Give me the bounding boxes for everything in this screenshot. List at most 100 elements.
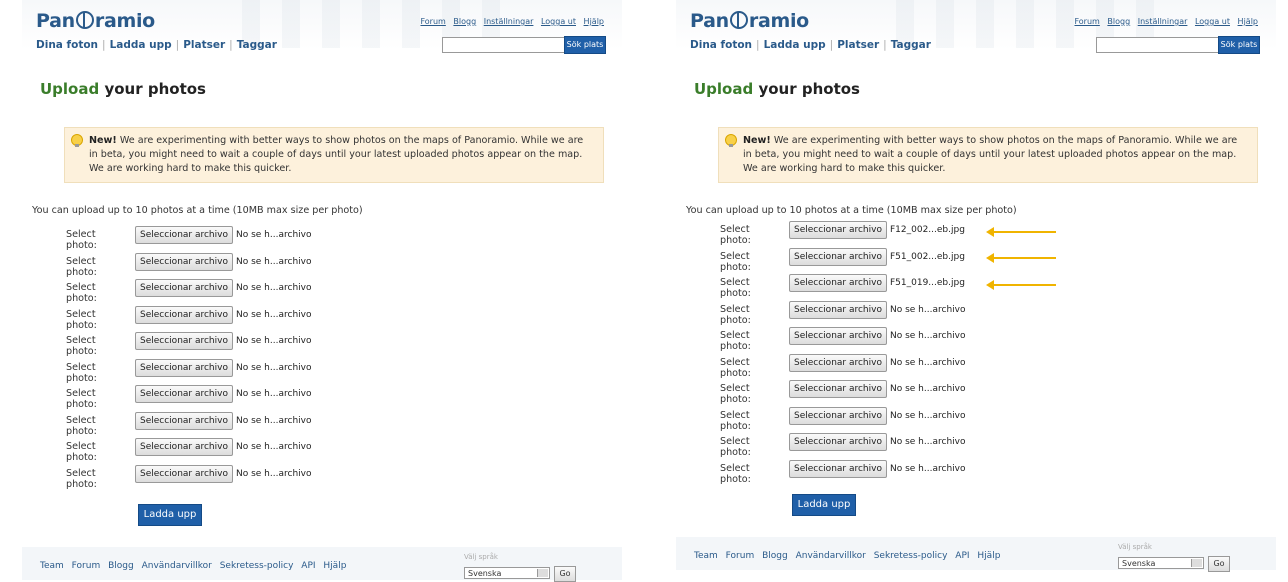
link-forum[interactable]: Forum <box>1074 17 1099 26</box>
selected-file-name: No se h...archivo <box>236 415 312 426</box>
select-photo-label: Select photo: <box>720 383 751 405</box>
search-input[interactable] <box>1096 37 1226 53</box>
chevron-down-icon <box>1191 559 1202 567</box>
footer-links: Team Forum Blogg Användarvillkor Sekrete… <box>694 551 1005 561</box>
select-photo-label: Select photo: <box>66 388 97 410</box>
choose-file-button[interactable]: Seleccionar archivo <box>135 411 233 430</box>
choose-file-button[interactable]: Seleccionar archivo <box>789 221 887 239</box>
nav-taggar[interactable]: Taggar <box>237 39 277 51</box>
choose-file-button[interactable]: Seleccionar archivo <box>135 332 233 350</box>
footer-links: Team Forum Blogg Användarvillkor Sekrete… <box>40 561 351 571</box>
selected-file-name: No se h...archivo <box>236 468 312 479</box>
link-installningar[interactable]: Inställningar <box>1138 17 1188 26</box>
footer-link-villkor[interactable]: Användarvillkor <box>796 551 866 561</box>
footer-link-api[interactable]: API <box>955 551 969 561</box>
nav-ladda-upp[interactable]: Ladda upp <box>764 39 826 51</box>
choose-file-button[interactable]: Seleccionar archivo <box>789 406 887 425</box>
selected-file-name: No se h...archivo <box>236 309 312 320</box>
language-label: Välj språk <box>464 553 498 561</box>
selected-file-name: F51_019...eb.jpg <box>890 278 965 288</box>
chevron-down-icon <box>537 569 548 577</box>
page-title: Upload your photos <box>694 80 860 98</box>
language-select[interactable]: Svenska <box>1118 557 1204 569</box>
selected-file-name: No se h...archivo <box>890 304 966 315</box>
footer-link-hjalp[interactable]: Hjälp <box>323 561 346 571</box>
choose-file-button[interactable]: Seleccionar archivo <box>789 459 887 478</box>
top-links: Forum Blogg Inställningar Logga ut Hjälp <box>1069 17 1258 26</box>
select-photo-label: Select photo: <box>66 414 97 437</box>
nav-platser[interactable]: Platser <box>183 39 225 51</box>
link-installningar[interactable]: Inställningar <box>484 17 534 26</box>
choose-file-button[interactable]: Seleccionar archivo <box>789 327 887 345</box>
language-select[interactable]: Svenska <box>464 567 550 579</box>
nav-ladda-upp[interactable]: Ladda upp <box>110 39 172 51</box>
link-hjalp[interactable]: Hjälp <box>1238 17 1258 26</box>
search-button[interactable]: Sök plats <box>564 36 606 54</box>
selected-file-name: F51_002...eb.jpg <box>890 251 965 262</box>
footer-link-blogg[interactable]: Blogg <box>762 551 788 561</box>
choose-file-button[interactable]: Seleccionar archivo <box>135 464 233 483</box>
select-photo-label: Select photo: <box>66 255 97 278</box>
select-photo-label: Select photo: <box>66 467 97 490</box>
footer-link-team[interactable]: Team <box>694 551 718 561</box>
selected-file-name: No se h...archivo <box>890 331 966 341</box>
link-logga-ut[interactable]: Logga ut <box>541 17 576 26</box>
header: Pan ramio Dina foton | Ladda upp | Platser | Ta… <box>676 0 1276 54</box>
search-input[interactable] <box>442 37 572 53</box>
upload-submit-button[interactable]: Ladda upp <box>792 494 856 516</box>
footer-link-villkor[interactable]: Användarvillkor <box>142 561 212 571</box>
footer-link-privacy[interactable]: Sekretess-policy <box>874 551 948 561</box>
select-photo-label: Select photo: <box>720 303 751 326</box>
language-label: Välj språk <box>1118 543 1152 551</box>
arrow-icon <box>986 253 1056 263</box>
footer-link-hjalp[interactable]: Hjälp <box>977 551 1000 561</box>
choose-file-button[interactable]: Seleccionar archivo <box>789 380 887 398</box>
choose-file-button[interactable]: Seleccionar archivo <box>789 353 887 372</box>
nav-dina-foton[interactable]: Dina foton <box>36 39 98 51</box>
upload-info: You can upload up to 10 photos at a time… <box>32 205 363 216</box>
link-blogg[interactable]: Blogg <box>1107 17 1130 26</box>
choose-file-button[interactable]: Seleccionar archivo <box>135 252 233 271</box>
upload-info: You can upload up to 10 photos at a time… <box>686 205 1017 216</box>
search-button[interactable]: Sök plats <box>1218 36 1260 54</box>
globe-icon <box>75 11 94 29</box>
selected-file-name: No se h...archivo <box>236 442 312 452</box>
globe-icon <box>729 11 748 29</box>
selected-file-name: F12_002...eb.jpg <box>890 225 965 235</box>
select-photo-label: Select photo: <box>720 409 751 432</box>
footer-link-privacy[interactable]: Sekretess-policy <box>220 561 294 571</box>
link-logga-ut[interactable]: Logga ut <box>1195 17 1230 26</box>
go-button[interactable]: Go <box>1208 556 1230 572</box>
nav-taggar[interactable]: Taggar <box>891 39 931 51</box>
footer-link-team[interactable]: Team <box>40 561 64 571</box>
choose-file-button[interactable]: Seleccionar archivo <box>135 305 233 324</box>
link-hjalp[interactable]: Hjälp <box>584 17 604 26</box>
link-forum[interactable]: Forum <box>420 17 445 26</box>
upload-submit-button[interactable]: Ladda upp <box>138 504 202 526</box>
select-photo-label: Select photo: <box>66 361 97 384</box>
choose-file-button[interactable]: Seleccionar archivo <box>789 433 887 451</box>
choose-file-button[interactable]: Seleccionar archivo <box>789 274 887 292</box>
lightbulb-icon <box>71 134 83 147</box>
logo[interactable]: Pan ramio <box>690 10 809 32</box>
choose-file-button[interactable]: Seleccionar archivo <box>135 438 233 456</box>
select-photo-label: Select photo: <box>66 229 97 251</box>
choose-file-button[interactable]: Seleccionar archivo <box>789 300 887 319</box>
selected-file-name: No se h...archivo <box>236 230 312 240</box>
footer-link-forum[interactable]: Forum <box>72 561 101 571</box>
link-blogg[interactable]: Blogg <box>453 17 476 26</box>
choose-file-button[interactable]: Seleccionar archivo <box>135 385 233 403</box>
choose-file-button[interactable]: Seleccionar archivo <box>789 247 887 266</box>
logo[interactable]: Pan ramio <box>36 10 155 32</box>
footer-link-blogg[interactable]: Blogg <box>108 561 134 571</box>
selected-file-name: No se h...archivo <box>236 362 312 373</box>
choose-file-button[interactable]: Seleccionar archivo <box>135 226 233 244</box>
footer-link-api[interactable]: API <box>301 561 315 571</box>
footer-link-forum[interactable]: Forum <box>726 551 755 561</box>
choose-file-button[interactable]: Seleccionar archivo <box>135 279 233 297</box>
nav-platser[interactable]: Platser <box>837 39 879 51</box>
choose-file-button[interactable]: Seleccionar archivo <box>135 358 233 377</box>
panel-before: Pan ramio Dina foton | Ladda upp | Platser | Ta… <box>22 0 622 582</box>
selected-file-name: No se h...archivo <box>890 384 966 394</box>
nav-dina-foton[interactable]: Dina foton <box>690 39 752 51</box>
